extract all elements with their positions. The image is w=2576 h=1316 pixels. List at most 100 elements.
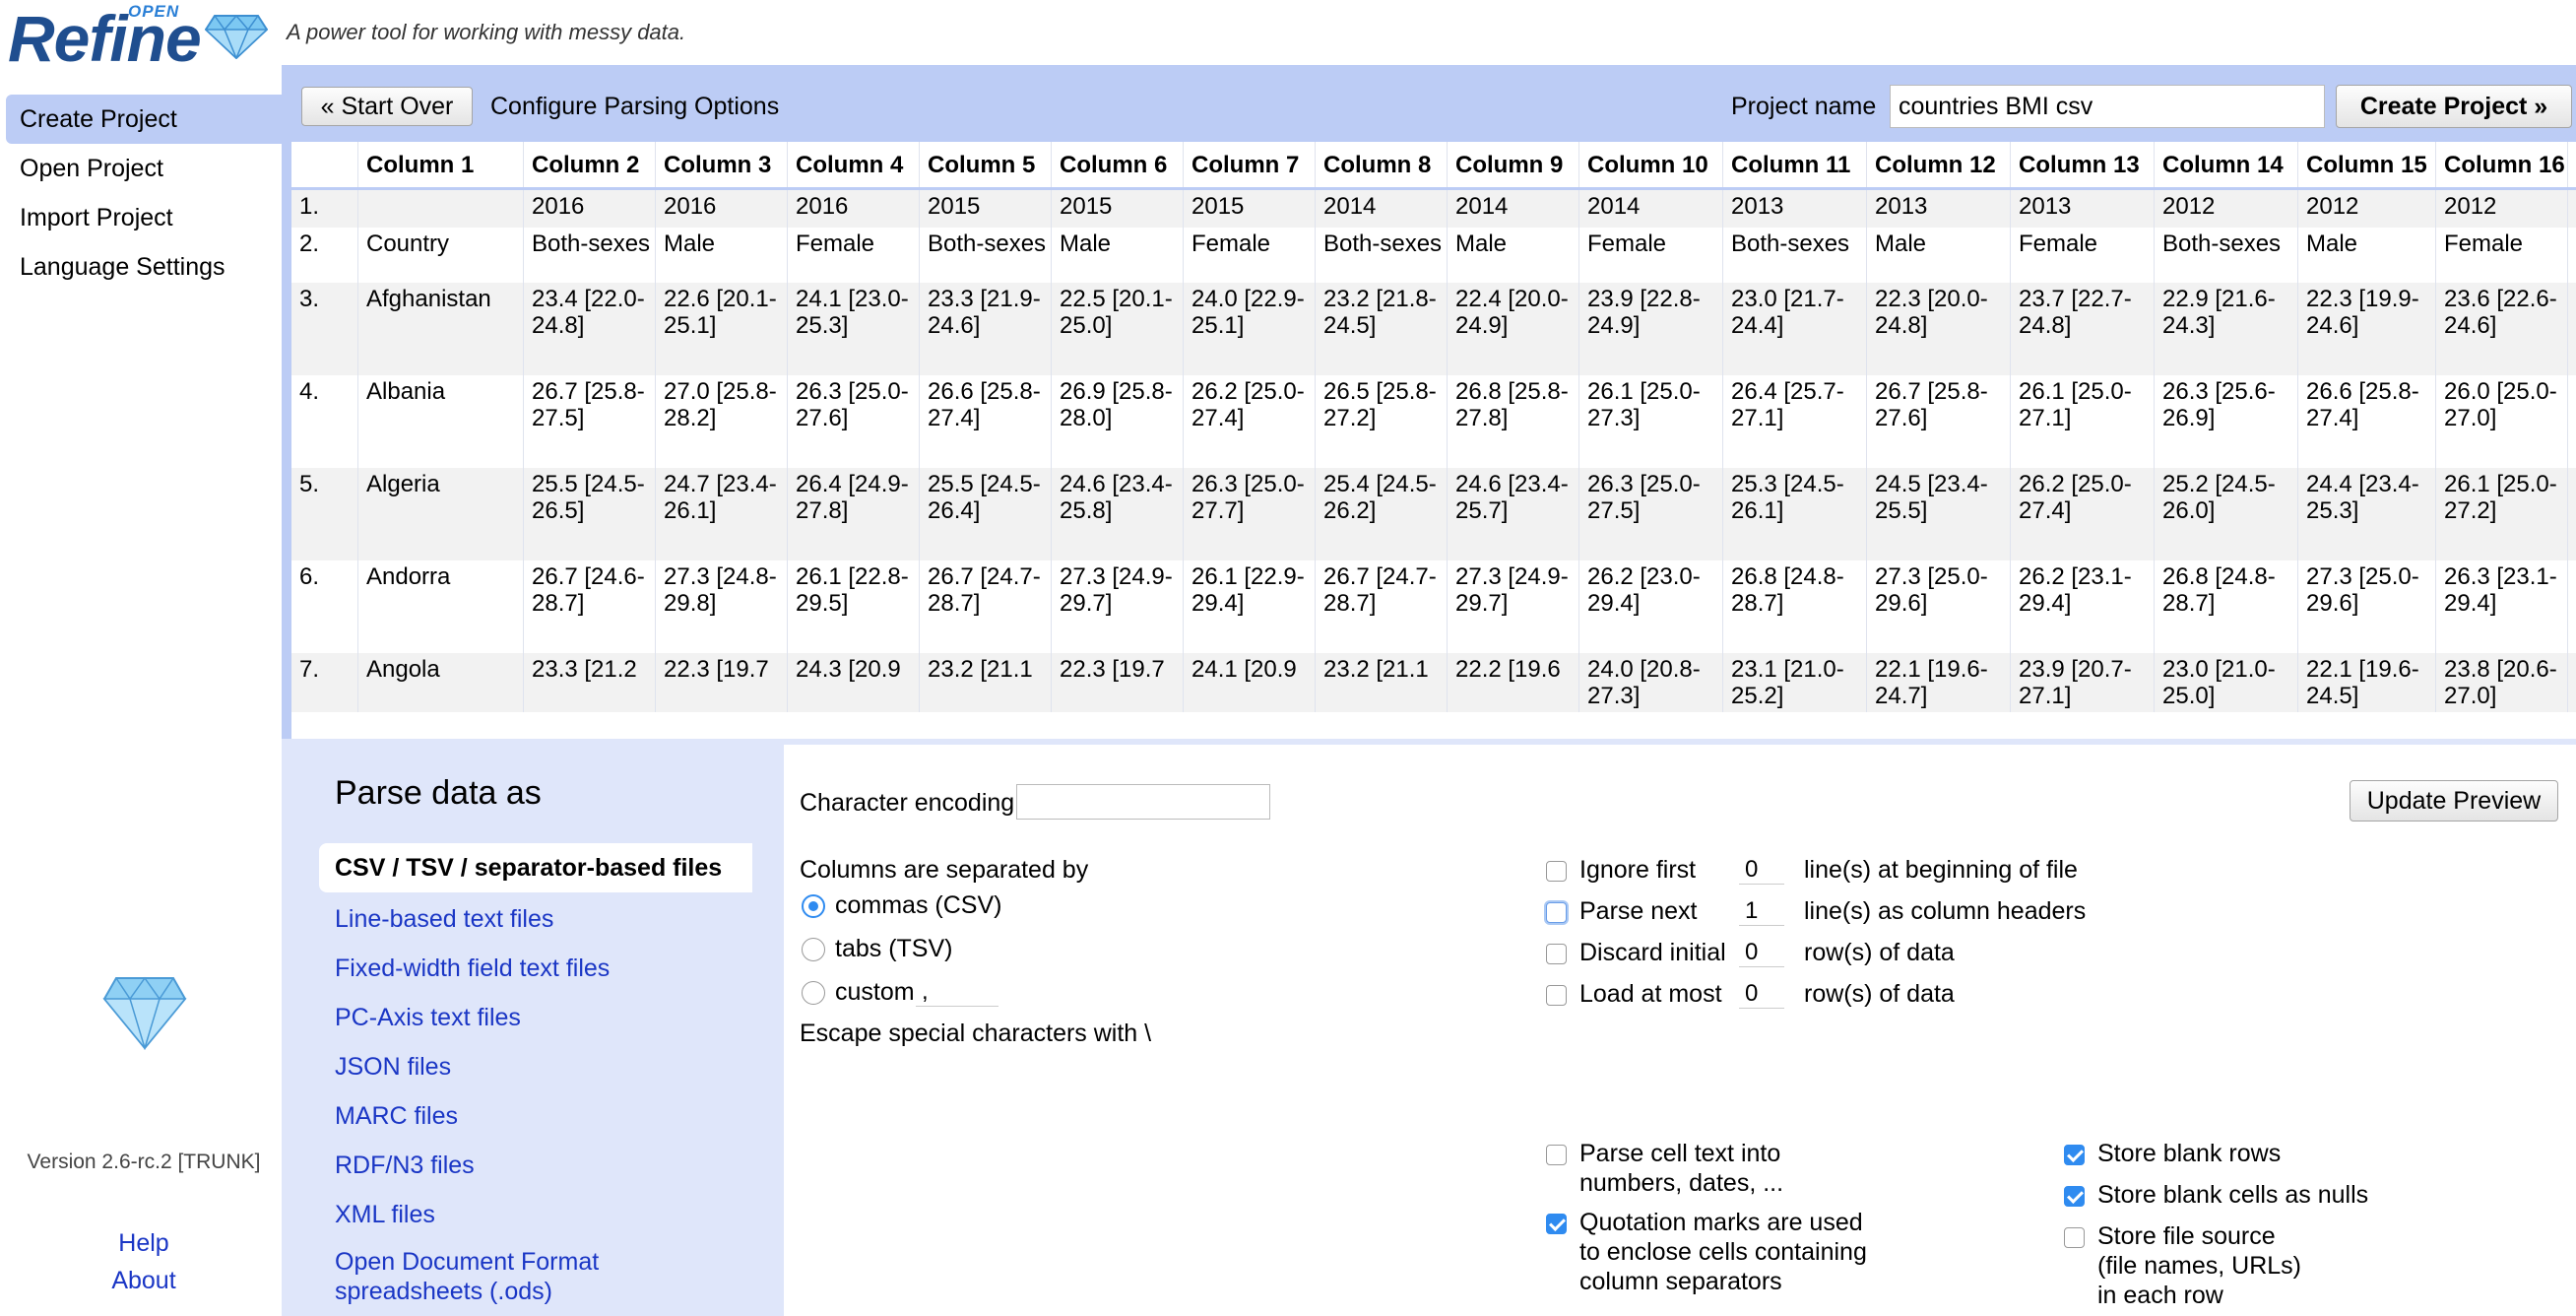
project-name-input[interactable] (1890, 85, 2325, 128)
table-cell: 26.1 [22.8-29.5] (788, 560, 920, 653)
column-header[interactable]: Column 1 (358, 142, 524, 187)
logo-word: Refine (8, 2, 202, 75)
ignore-first-checkbox[interactable] (1546, 861, 1567, 882)
sidebar-item-create-project[interactable]: Create Project (6, 95, 282, 144)
table-cell: 23.0 [21.0-25.0] (2155, 653, 2298, 712)
table-cell: 2013 (1867, 190, 2011, 228)
table-cell: Female (788, 228, 920, 283)
sidebar-item-import-project[interactable]: Import Project (0, 193, 282, 242)
column-header[interactable]: Column 9 (1448, 142, 1579, 187)
table-cell: 26.6 [25.8-27.4] (920, 375, 1052, 468)
parse-cell-text-label-1: Parse cell text into (1579, 1140, 1781, 1167)
row-number: 4. (291, 375, 358, 468)
sidebar-item-language-settings[interactable]: Language Settings (0, 242, 282, 292)
help-link[interactable]: Help (0, 1229, 288, 1258)
column-header[interactable]: Column 13 (2011, 142, 2155, 187)
column-header[interactable]: Column 7 (1184, 142, 1316, 187)
quotation-marks-checkbox[interactable] (1546, 1214, 1567, 1234)
about-link[interactable]: About (0, 1267, 288, 1295)
update-preview-button[interactable]: Update Preview (2350, 780, 2558, 822)
table-cell: 23.2 [21.8-24.5] (1316, 283, 1448, 375)
table-cell: 26.0 [25.0-27.0] (2436, 375, 2568, 468)
parse-cell-text-checkbox[interactable] (1546, 1145, 1567, 1165)
store-file-source-checkbox[interactable] (2064, 1227, 2085, 1248)
parse-options-panel: Character encoding Update Preview Column… (784, 745, 2576, 1316)
table-cell: 26.3 [25.0-27.7] (1184, 468, 1316, 560)
custom-separator-input[interactable] (916, 977, 998, 1007)
column-header[interactable]: Column 10 (1579, 142, 1723, 187)
format-item-marc[interactable]: MARC files (335, 1101, 458, 1131)
column-header[interactable]: Column 15 (2298, 142, 2436, 187)
discard-initial-input[interactable] (1739, 938, 1784, 967)
table-cell: 22.5 [20.1-25.0] (1052, 283, 1184, 375)
start-over-button[interactable]: « Start Over (301, 87, 473, 126)
table-cell: 25.2 [24.5-26.0] (2155, 468, 2298, 560)
load-at-most-input[interactable] (1739, 979, 1784, 1009)
store-blank-rows-checkbox[interactable] (2064, 1145, 2085, 1165)
column-header[interactable]: Column 16 (2436, 142, 2568, 187)
format-item-fixed-width[interactable]: Fixed-width field text files (335, 954, 610, 983)
configure-parsing-title: Configure Parsing Options (490, 93, 780, 120)
table-cell: 22.9 [21.6-24.3] (2155, 283, 2298, 375)
table-cell: 26.7 [24.7-28.7] (920, 560, 1052, 653)
table-cell: 26.9 [25.8-28.0] (1052, 375, 1184, 468)
table-cell: 23.9 [20.7-27.1] (2011, 653, 2155, 712)
column-header[interactable]: Column 5 (920, 142, 1052, 187)
table-cell: Both-sexes (1316, 228, 1448, 283)
column-header[interactable]: Column 14 (2155, 142, 2298, 187)
table-cell: 26.3 [25.0-27.6] (788, 375, 920, 468)
radio-tabs[interactable] (802, 938, 825, 961)
parse-next-input[interactable] (1739, 896, 1784, 926)
table-cell: Male (1448, 228, 1579, 283)
create-project-button[interactable]: Create Project » (2336, 85, 2572, 128)
ignore-first-input[interactable] (1739, 855, 1784, 885)
table-row: 3. Afghanistan 23.4 [22.0-24.8] 22.6 [20.1-… (291, 283, 2576, 375)
table-cell: 2012 (2436, 190, 2568, 228)
store-blank-cells-checkbox[interactable] (2064, 1186, 2085, 1207)
tagline: A power tool for working with messy data… (287, 20, 686, 44)
character-encoding-input[interactable] (1016, 784, 1270, 820)
table-cell: 26.3 [25.6-26.9] (2155, 375, 2298, 468)
parse-next-checkbox[interactable] (1546, 902, 1567, 923)
parse-next-label: Parse next (1579, 897, 1698, 925)
parse-options-area: Parse data as CSV / TSV / separator-base… (282, 739, 2576, 1316)
table-cell: 26.2 [25.0-27.4] (2011, 468, 2155, 560)
format-item-line-based[interactable]: Line-based text files (335, 904, 553, 934)
table-cell: Both-sexes (920, 228, 1052, 283)
load-at-most-checkbox[interactable] (1546, 985, 1567, 1006)
table-cell: 26.1 [25.0-27.2] (2436, 468, 2568, 560)
table-cell: 27.3 [24.9-29.7] (1052, 560, 1184, 653)
column-header[interactable]: Column 2 (524, 142, 656, 187)
table-row: 6. Andorra 26.7 [24.6-28.7] 27.3 [24.8-29.8… (291, 560, 2576, 653)
table-cell: 22.2 [19.6 (1448, 653, 1579, 712)
openrefine-logo[interactable]: OPEN Refine (8, 2, 268, 75)
format-item-ods[interactable]: Open Document Format spreadsheets (.ods) (335, 1247, 660, 1306)
column-header[interactable]: Column 3 (656, 142, 788, 187)
table-cell: 25.3 [24.5-26.1] (1723, 468, 1867, 560)
table-cell: 27.3 [24.9-29.7] (1448, 560, 1579, 653)
column-header[interactable]: Column 4 (788, 142, 920, 187)
table-cell: 23.3 [21.2 (524, 653, 656, 712)
format-item-xml[interactable]: XML files (335, 1200, 435, 1229)
column-header[interactable]: Column 11 (1723, 142, 1867, 187)
store-blank-cells-label: Store blank cells as nulls (2097, 1181, 2369, 1209)
discard-initial-checkbox[interactable] (1546, 944, 1567, 964)
format-item-rdf-n3[interactable]: RDF/N3 files (335, 1151, 475, 1180)
table-cell: 26.3 [25.0-27.5] (1579, 468, 1723, 560)
table-cell: 26.1 [25.0-27.3] (1579, 375, 1723, 468)
table-cell: Andorra (358, 560, 524, 653)
column-header[interactable]: Column 12 (1867, 142, 2011, 187)
format-item-pc-axis[interactable]: PC-Axis text files (335, 1003, 521, 1032)
table-cell: 22.3 [19.9-24.6] (2298, 283, 2436, 375)
format-item-selected[interactable]: CSV / TSV / separator-based files (319, 843, 752, 892)
radio-commas[interactable] (802, 894, 825, 918)
table-cell: 24.3 [20.9 (788, 653, 920, 712)
column-header[interactable]: Column 6 (1052, 142, 1184, 187)
format-item-json[interactable]: JSON files (335, 1052, 451, 1082)
table-row: 1. 2016 2016 2016 2015 2015 2015 2014 2014 2014 20… (291, 190, 2576, 228)
quotation-marks-label-1: Quotation marks are used (1579, 1209, 1863, 1236)
table-cell: 27.3 [24.8-29.8] (656, 560, 788, 653)
sidebar-item-open-project[interactable]: Open Project (0, 144, 282, 193)
column-header[interactable]: Column 8 (1316, 142, 1448, 187)
radio-custom[interactable] (802, 981, 825, 1005)
